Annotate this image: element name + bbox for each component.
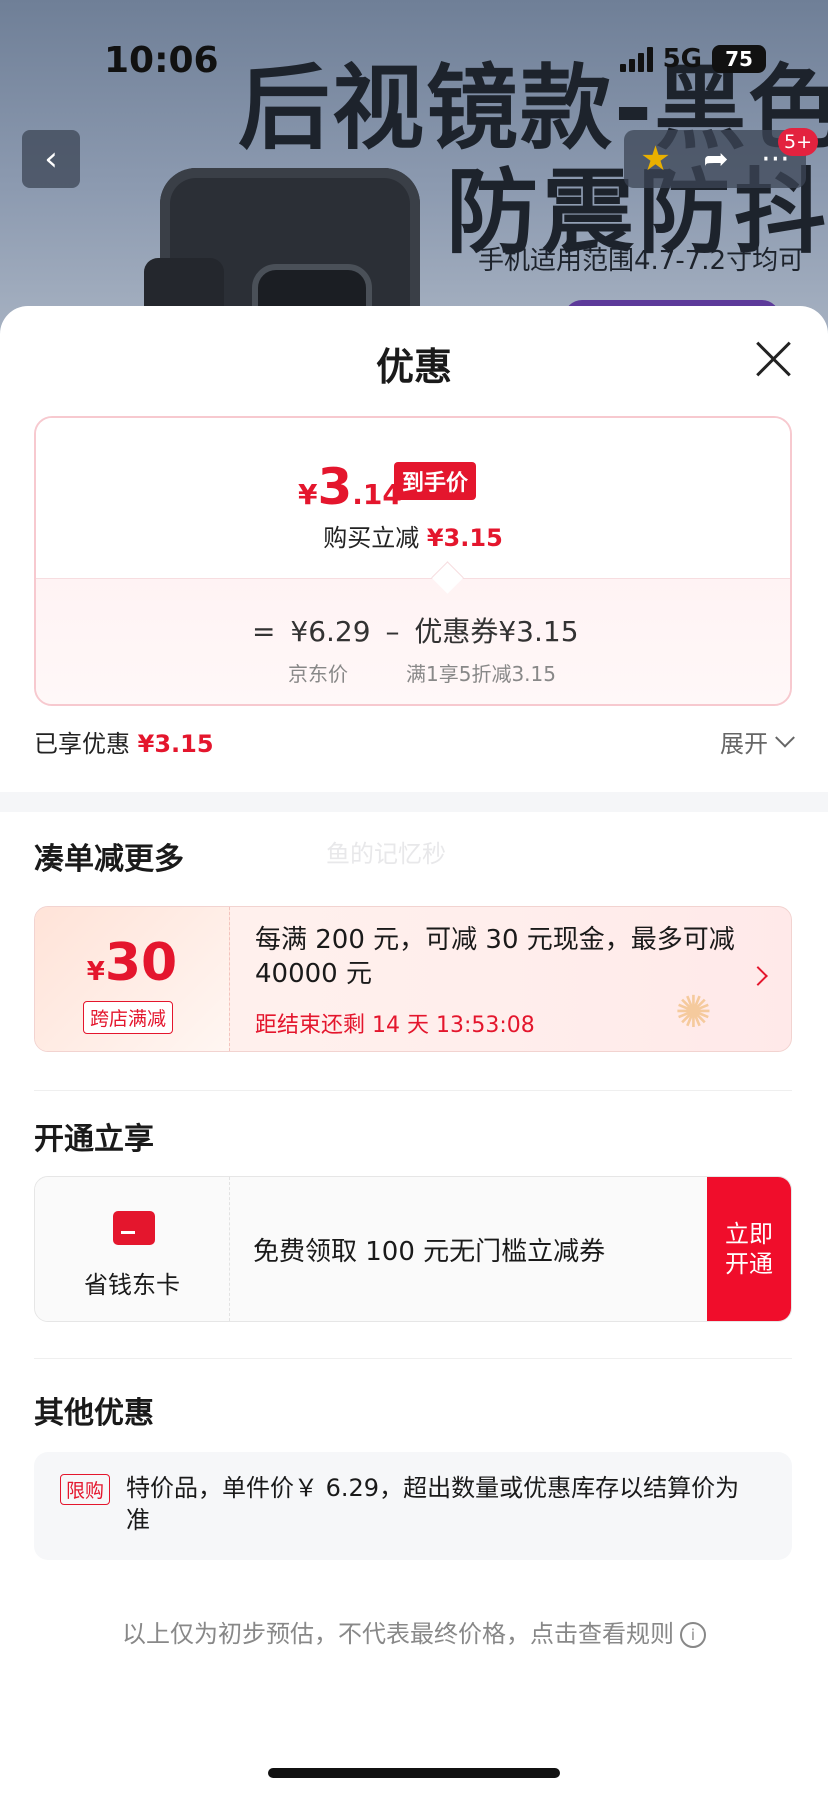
discount-sheet: 优惠 ¥3.14 到手价 购买立减 ¥3.15 = ¥6.29 – 优惠券¥3.… xyxy=(0,306,828,1796)
section-title-more: 凑单减更多 xyxy=(34,842,184,877)
other-discount-box: 限购 特价品，单件价￥ 6.29，超出数量或优惠库存以结算价为准 xyxy=(34,1452,792,1560)
final-price: ¥3.14 xyxy=(298,458,402,516)
final-price-tag: 到手价 xyxy=(394,462,477,500)
divider xyxy=(34,1090,792,1091)
card-icon xyxy=(113,1211,155,1245)
battery-icon: 75 xyxy=(712,45,766,73)
open-membership-button[interactable]: 立即开通 xyxy=(707,1177,791,1321)
coupon-description: 每满 200 元，可减 30 元现金，最多可减 40000 元 xyxy=(255,925,735,989)
product-banner: 后视镜款-黑色 防震防抖 手机适用范围4.7-7.2寸均可 10:06 5G 7… xyxy=(0,0,828,340)
watermark-text: 鱼的记忆秒 xyxy=(326,840,446,868)
limit-tag: 限购 xyxy=(60,1474,111,1505)
chevron-right-icon xyxy=(748,966,768,986)
status-indicators: 5G 75 xyxy=(619,44,766,74)
star-icon[interactable]: ★ xyxy=(640,139,670,179)
signal-icon xyxy=(619,46,653,72)
network-label: 5G xyxy=(662,44,702,74)
price-formula: = ¥6.29 – 优惠券¥3.15 xyxy=(252,615,579,648)
section-title-other: 其他优惠 xyxy=(34,1396,154,1431)
info-icon: i xyxy=(680,1622,706,1648)
instant-cut: 购买立减 ¥3.15 xyxy=(323,524,503,552)
coupon-countdown: 距结束还剩 14 天 13:53:08 xyxy=(255,1013,535,1038)
other-discount-text: 特价品，单件价￥ 6.29，超出数量或优惠库存以结算价为准 xyxy=(126,1474,740,1534)
section-title-member: 开通立享 xyxy=(34,1122,154,1157)
member-name: 省钱东卡 xyxy=(84,1271,180,1299)
member-card: 省钱东卡 免费领取 100 元无门槛立减券 立即开通 xyxy=(34,1176,792,1322)
back-button[interactable]: ‹ xyxy=(22,130,80,188)
base-price-caption: 京东价 xyxy=(288,662,348,686)
status-time: 10:06 xyxy=(104,40,219,81)
share-icon[interactable]: ➦ xyxy=(703,142,728,177)
expand-button[interactable]: 展开 xyxy=(720,724,795,759)
coupon-caption: 满1享5折减3.15 xyxy=(406,662,556,686)
close-icon[interactable] xyxy=(752,338,794,380)
price-card: ¥3.14 到手价 购买立减 ¥3.15 = ¥6.29 – 优惠券¥3.15 … xyxy=(34,416,792,706)
sparkle-icon: ✺ xyxy=(675,987,712,1038)
coupon-amount: ¥30 xyxy=(86,933,178,993)
coupon-tag: 跨店满减 xyxy=(83,1001,174,1034)
chevron-down-icon xyxy=(775,727,795,748)
section-divider xyxy=(0,792,828,812)
rules-footnote[interactable]: 以上仅为初步预估，不代表最终价格，点击查看规则 i xyxy=(0,1614,828,1649)
home-indicator[interactable] xyxy=(268,1768,560,1778)
back-icon: ‹ xyxy=(44,139,58,179)
banner-subline: 手机适用范围4.7-7.2寸均可 xyxy=(478,246,805,276)
divider xyxy=(34,1358,792,1359)
sheet-title: 优惠 xyxy=(375,345,452,389)
enjoyed-discount: 已享优惠 ¥3.15 xyxy=(34,730,214,758)
cross-store-coupon[interactable]: ¥30 跨店满减 每满 200 元，可减 30 元现金，最多可减 40000 元… xyxy=(34,906,792,1052)
cart-badge: 5+ xyxy=(778,128,819,156)
member-offer: 免费领取 100 元无门槛立减券 xyxy=(253,1237,606,1267)
